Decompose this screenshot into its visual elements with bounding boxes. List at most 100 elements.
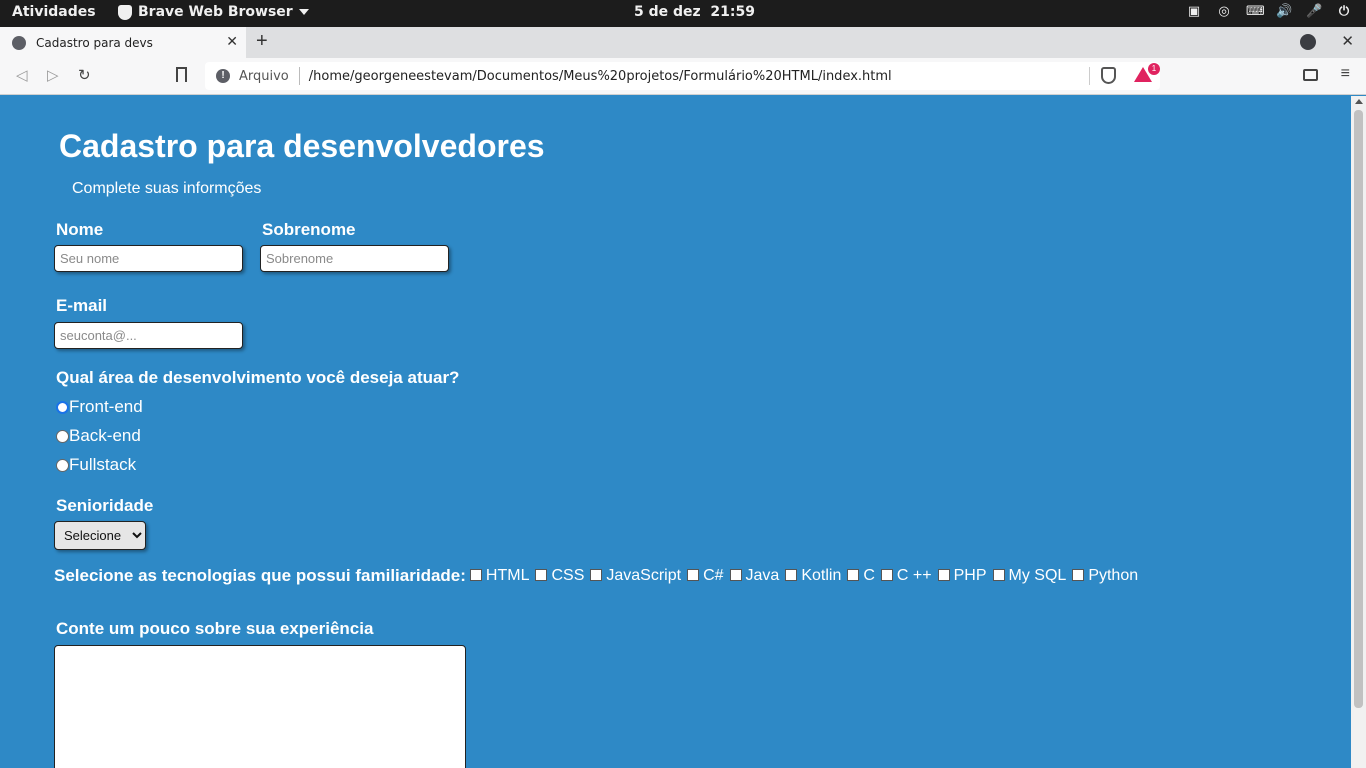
radio-backend[interactable] bbox=[56, 429, 69, 443]
menu-icon[interactable]: ≡ bbox=[1341, 65, 1350, 83]
tab-strip: Cadastro para devs ✕ + ✕ bbox=[0, 27, 1366, 58]
page-scrollbar[interactable] bbox=[1351, 96, 1366, 768]
tech-label-text: C# bbox=[703, 567, 724, 584]
tech-label-text: Kotlin bbox=[801, 567, 842, 584]
app-menu-label: Brave Web Browser bbox=[138, 4, 293, 20]
tech-javascript[interactable]: JavaScript bbox=[590, 567, 681, 585]
technologies-row: Selecione as tecnologias que possui fami… bbox=[54, 566, 1144, 586]
tech-java[interactable]: Java bbox=[729, 567, 780, 585]
rewards-badge: 1 bbox=[1148, 63, 1160, 75]
reload-button[interactable]: ↻ bbox=[78, 66, 91, 84]
checkbox[interactable] bbox=[785, 569, 798, 581]
tech-label-text: PHP bbox=[953, 567, 987, 584]
info-icon[interactable]: ! bbox=[216, 69, 230, 83]
checkbox[interactable] bbox=[687, 569, 700, 581]
area-question: Qual área de desenvolvimento você deseja… bbox=[56, 368, 460, 387]
area-option-fullstack[interactable]: Fullstack bbox=[56, 455, 136, 475]
browser-toolbar: ◁ ▷ ↻ ! Arquivo /home/georgeneestevam/Do… bbox=[0, 58, 1366, 95]
tab-search-icon[interactable] bbox=[1300, 34, 1316, 50]
clock[interactable]: 5 de dez 21:59 bbox=[634, 4, 755, 20]
tab-active[interactable]: Cadastro para devs ✕ bbox=[0, 27, 246, 58]
obs-icon[interactable]: ◎ bbox=[1216, 4, 1232, 20]
tab-title: Cadastro para devs bbox=[36, 35, 153, 50]
tech-label-text: C ++ bbox=[896, 567, 932, 584]
address-bar[interactable]: ! Arquivo /home/georgeneestevam/Document… bbox=[205, 62, 1160, 90]
screen-share-icon[interactable]: ▣ bbox=[1186, 4, 1202, 20]
clock-date: 5 de dez bbox=[634, 4, 701, 20]
system-top-bar: Atividades Brave Web Browser 5 de dez 21… bbox=[0, 0, 1366, 27]
seniority-label: Senioridade bbox=[56, 496, 154, 515]
window-close-button[interactable]: ✕ bbox=[1341, 32, 1354, 50]
email-input[interactable] bbox=[54, 322, 243, 349]
url-divider bbox=[1089, 67, 1090, 85]
tech-python[interactable]: Python bbox=[1072, 567, 1138, 585]
url-separator bbox=[298, 67, 300, 85]
bookmark-icon[interactable] bbox=[176, 67, 187, 82]
experience-label: Conte um pouco sobre sua experiência bbox=[56, 619, 374, 638]
email-label: E-mail bbox=[56, 296, 108, 315]
tech-label-text: HTML bbox=[485, 567, 530, 584]
volume-icon[interactable]: 🔊 bbox=[1276, 4, 1292, 20]
tech-mysql[interactable]: My SQL bbox=[992, 567, 1067, 585]
checkbox[interactable] bbox=[937, 569, 950, 581]
checkbox[interactable] bbox=[469, 569, 482, 581]
microphone-icon[interactable]: 🎤 bbox=[1306, 4, 1322, 20]
tech-label-text: C bbox=[863, 567, 875, 584]
page-title: Cadastro para desenvolvedores bbox=[59, 128, 545, 164]
wallet-icon[interactable] bbox=[1303, 69, 1318, 81]
radio-frontend[interactable] bbox=[56, 400, 69, 414]
tech-label-text: Python bbox=[1088, 567, 1139, 584]
seniority-select[interactable]: Selecione bbox=[54, 521, 146, 550]
url-scheme: Arquivo bbox=[239, 68, 289, 84]
close-icon[interactable]: ✕ bbox=[226, 33, 238, 50]
keyboard-icon[interactable]: ⌨ bbox=[1246, 4, 1265, 20]
nome-input[interactable] bbox=[54, 245, 243, 272]
forward-button[interactable]: ▷ bbox=[47, 66, 59, 84]
activities-button[interactable]: Atividades bbox=[12, 4, 96, 20]
clock-time: 21:59 bbox=[710, 4, 755, 20]
tech-label-text: JavaScript bbox=[606, 567, 682, 584]
tech-label-text: Java bbox=[745, 567, 780, 584]
globe-icon bbox=[12, 35, 26, 50]
tech-csharp[interactable]: C# bbox=[687, 567, 724, 585]
tech-php[interactable]: PHP bbox=[937, 567, 987, 585]
checkbox[interactable] bbox=[880, 569, 893, 581]
area-option-backend[interactable]: Back-end bbox=[56, 426, 141, 446]
area-option-label: Back-end bbox=[69, 426, 141, 445]
sobrenome-label: Sobrenome bbox=[262, 220, 356, 239]
nome-label: Nome bbox=[56, 220, 104, 239]
brave-lion-icon bbox=[118, 4, 132, 20]
area-option-frontend[interactable]: Front-end bbox=[56, 397, 143, 417]
page-content: Cadastro para desenvolvedores Complete s… bbox=[0, 96, 1351, 768]
area-option-label: Fullstack bbox=[69, 455, 137, 474]
new-tab-button[interactable]: + bbox=[256, 30, 268, 53]
checkbox[interactable] bbox=[992, 569, 1005, 581]
tech-css[interactable]: CSS bbox=[535, 567, 584, 585]
system-tray[interactable]: ▣ ◎ ⌨ 🔊 🎤 ⏻ bbox=[1186, 4, 1352, 20]
checkbox[interactable] bbox=[729, 569, 742, 581]
power-icon[interactable]: ⏻ bbox=[1336, 4, 1352, 20]
app-menu[interactable]: Brave Web Browser bbox=[118, 4, 309, 20]
chevron-down-icon bbox=[298, 9, 309, 15]
experience-textarea[interactable] bbox=[54, 645, 466, 768]
tech-html[interactable]: HTML bbox=[469, 567, 530, 585]
sobrenome-input[interactable] bbox=[260, 245, 449, 272]
back-button[interactable]: ◁ bbox=[16, 66, 28, 84]
area-option-label: Front-end bbox=[69, 397, 143, 416]
technologies-label: Selecione as tecnologias que possui fami… bbox=[54, 566, 466, 585]
checkbox[interactable] bbox=[847, 569, 860, 581]
tech-cpp[interactable]: C ++ bbox=[880, 567, 932, 585]
checkbox[interactable] bbox=[535, 569, 548, 581]
scrollbar-thumb[interactable] bbox=[1354, 110, 1363, 708]
url-path[interactable]: /home/georgeneestevam/Documentos/Meus%20… bbox=[309, 69, 892, 84]
tech-c[interactable]: C bbox=[847, 567, 875, 585]
tech-kotlin[interactable]: Kotlin bbox=[785, 567, 841, 585]
radio-fullstack[interactable] bbox=[56, 458, 69, 472]
page-subtitle: Complete suas informções bbox=[72, 180, 262, 197]
checkbox[interactable] bbox=[590, 569, 603, 581]
tech-label-text: CSS bbox=[551, 567, 585, 584]
checkbox[interactable] bbox=[1072, 569, 1085, 581]
tech-label-text: My SQL bbox=[1008, 567, 1067, 584]
brave-shields-icon[interactable] bbox=[1101, 67, 1116, 84]
scroll-up-arrow-icon[interactable] bbox=[1355, 99, 1363, 104]
